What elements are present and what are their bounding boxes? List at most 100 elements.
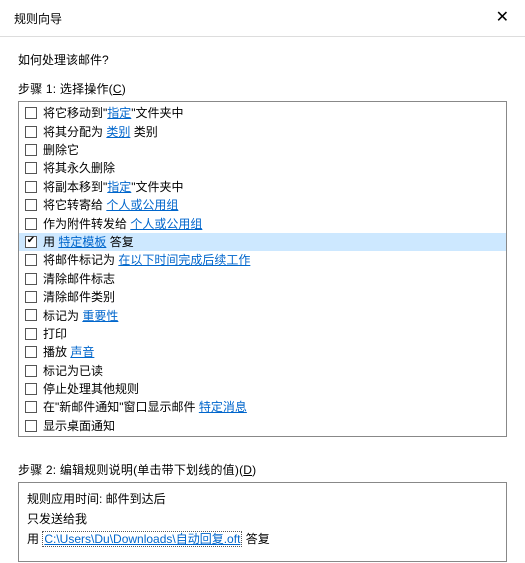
action-checkbox[interactable] <box>25 107 37 119</box>
template-path-link[interactable]: C:\Users\Du\Downloads\自动回复.oft <box>42 531 242 547</box>
action-item[interactable]: 标记为 重要性 <box>19 306 506 324</box>
desc-line-3-post: 答复 <box>242 532 269 546</box>
action-item[interactable]: 将它移动到"指定"文件夹中 <box>19 104 506 122</box>
action-link[interactable]: 类别 <box>106 125 130 139</box>
question-label: 如何处理该邮件? <box>18 51 507 68</box>
action-text-pre: 标记为 <box>43 309 82 323</box>
step2-label-suffix: ) <box>252 463 256 477</box>
action-checkbox[interactable] <box>25 254 37 266</box>
action-label: 将其永久删除 <box>43 159 115 177</box>
desc-line-3-pre: 用 <box>27 532 42 546</box>
action-checkbox[interactable] <box>25 144 37 156</box>
action-text-pre: 停止处理其他规则 <box>43 382 139 396</box>
action-checkbox[interactable] <box>25 236 37 248</box>
action-text-pre: 打印 <box>43 327 67 341</box>
action-item[interactable]: 标记为已读 <box>19 361 506 379</box>
action-link[interactable]: 指定 <box>107 180 131 194</box>
step1-label-prefix: 步骤 1: 选择操作( <box>18 82 113 96</box>
dialog-title: 规则向导 <box>14 10 62 27</box>
action-link[interactable]: 特定模板 <box>58 235 106 249</box>
action-checkbox[interactable] <box>25 126 37 138</box>
action-text-pre: 清除邮件类别 <box>43 290 115 304</box>
action-label: 打印 <box>43 325 67 343</box>
action-item[interactable]: 停止处理其他规则 <box>19 380 506 398</box>
action-checkbox[interactable] <box>25 181 37 193</box>
action-label: 清除邮件类别 <box>43 288 115 306</box>
action-label: 将副本移到"指定"文件夹中 <box>43 178 184 196</box>
action-text-pre: 播放 <box>43 345 70 359</box>
action-label: 将它移动到"指定"文件夹中 <box>43 104 184 122</box>
action-item[interactable]: 打印 <box>19 325 506 343</box>
action-item[interactable]: 用 特定模板 答复 <box>19 233 506 251</box>
action-checkbox[interactable] <box>25 383 37 395</box>
action-text-pre: 将其分配为 <box>43 125 106 139</box>
action-checkbox[interactable] <box>25 309 37 321</box>
action-link[interactable]: 个人或公用组 <box>130 217 202 231</box>
action-item[interactable]: 删除它 <box>19 141 506 159</box>
action-checkbox[interactable] <box>25 328 37 340</box>
action-label: 作为附件转发给 个人或公用组 <box>43 215 202 233</box>
action-text-pre: 将它转寄给 <box>43 198 106 212</box>
actions-list[interactable]: 将它移动到"指定"文件夹中将其分配为 类别 类别删除它将其永久删除将副本移到"指… <box>18 101 507 437</box>
action-text-pre: 标记为已读 <box>43 364 103 378</box>
action-checkbox[interactable] <box>25 199 37 211</box>
action-text-pre: 将副本移到" <box>43 180 107 194</box>
action-checkbox[interactable] <box>25 218 37 230</box>
action-checkbox[interactable] <box>25 273 37 285</box>
dialog-content: 如何处理该邮件? 步骤 1: 选择操作(C) 将它移动到"指定"文件夹中将其分配… <box>0 37 525 562</box>
action-text-pre: 将它移动到" <box>43 106 107 120</box>
action-text-post: "文件夹中 <box>131 106 183 120</box>
titlebar: 规则向导 ✕ <box>0 0 525 37</box>
action-checkbox[interactable] <box>25 346 37 358</box>
action-link[interactable]: 声音 <box>70 345 94 359</box>
desc-line-2: 只发送给我 <box>27 509 498 529</box>
close-icon[interactable]: ✕ <box>490 8 515 28</box>
action-checkbox[interactable] <box>25 162 37 174</box>
action-link[interactable]: 在以下时间完成后续工作 <box>118 253 250 267</box>
action-label: 将它转寄给 个人或公用组 <box>43 196 178 214</box>
action-label: 标记为 重要性 <box>43 307 118 325</box>
action-item[interactable]: 在"新邮件通知"窗口显示邮件 特定消息 <box>19 398 506 416</box>
action-checkbox[interactable] <box>25 365 37 377</box>
action-item[interactable]: 播放 声音 <box>19 343 506 361</box>
action-link[interactable]: 个人或公用组 <box>106 198 178 212</box>
action-link[interactable]: 特定消息 <box>199 400 247 414</box>
action-label: 在"新邮件通知"窗口显示邮件 特定消息 <box>43 398 247 416</box>
action-label: 用 特定模板 答复 <box>43 233 134 251</box>
action-item[interactable]: 显示桌面通知 <box>19 417 506 435</box>
step1-label: 步骤 1: 选择操作(C) <box>18 80 507 97</box>
action-item[interactable]: 将邮件标记为 在以下时间完成后续工作 <box>19 251 506 269</box>
action-text-pre: 在"新邮件通知"窗口显示邮件 <box>43 400 199 414</box>
desc-line-3: 用 C:\Users\Du\Downloads\自动回复.oft 答复 <box>27 529 498 549</box>
action-text-pre: 作为附件转发给 <box>43 217 130 231</box>
action-link[interactable]: 重要性 <box>82 309 118 323</box>
action-label: 标记为已读 <box>43 362 103 380</box>
action-text-pre: 删除它 <box>43 143 79 157</box>
desc-line-1: 规则应用时间: 邮件到达后 <box>27 489 498 509</box>
action-item[interactable]: 将它转寄给 个人或公用组 <box>19 196 506 214</box>
action-item[interactable]: 清除邮件类别 <box>19 288 506 306</box>
action-item[interactable]: 作为附件转发给 个人或公用组 <box>19 214 506 232</box>
action-checkbox[interactable] <box>25 291 37 303</box>
action-text-pre: 将邮件标记为 <box>43 253 118 267</box>
step1-accel: C <box>113 82 122 96</box>
action-item[interactable]: 清除邮件标志 <box>19 270 506 288</box>
action-text-post: 类别 <box>130 125 157 139</box>
step2-accel: D <box>243 463 252 477</box>
action-text-post: "文件夹中 <box>131 180 183 194</box>
action-item[interactable]: 将其永久删除 <box>19 159 506 177</box>
action-item[interactable]: 将其分配为 类别 类别 <box>19 122 506 140</box>
action-text-pre: 用 <box>43 235 58 249</box>
action-label: 播放 声音 <box>43 343 94 361</box>
action-label: 删除它 <box>43 141 79 159</box>
action-checkbox[interactable] <box>25 420 37 432</box>
step2-label-prefix: 步骤 2: 编辑规则说明(单击带下划线的值)( <box>18 463 243 477</box>
action-label: 停止处理其他规则 <box>43 380 139 398</box>
action-label: 清除邮件标志 <box>43 270 115 288</box>
action-link[interactable]: 指定 <box>107 106 131 120</box>
action-label: 将其分配为 类别 类别 <box>43 123 158 141</box>
action-text-post: 答复 <box>106 235 133 249</box>
action-checkbox[interactable] <box>25 401 37 413</box>
action-text-pre: 显示桌面通知 <box>43 419 115 433</box>
action-item[interactable]: 将副本移到"指定"文件夹中 <box>19 178 506 196</box>
